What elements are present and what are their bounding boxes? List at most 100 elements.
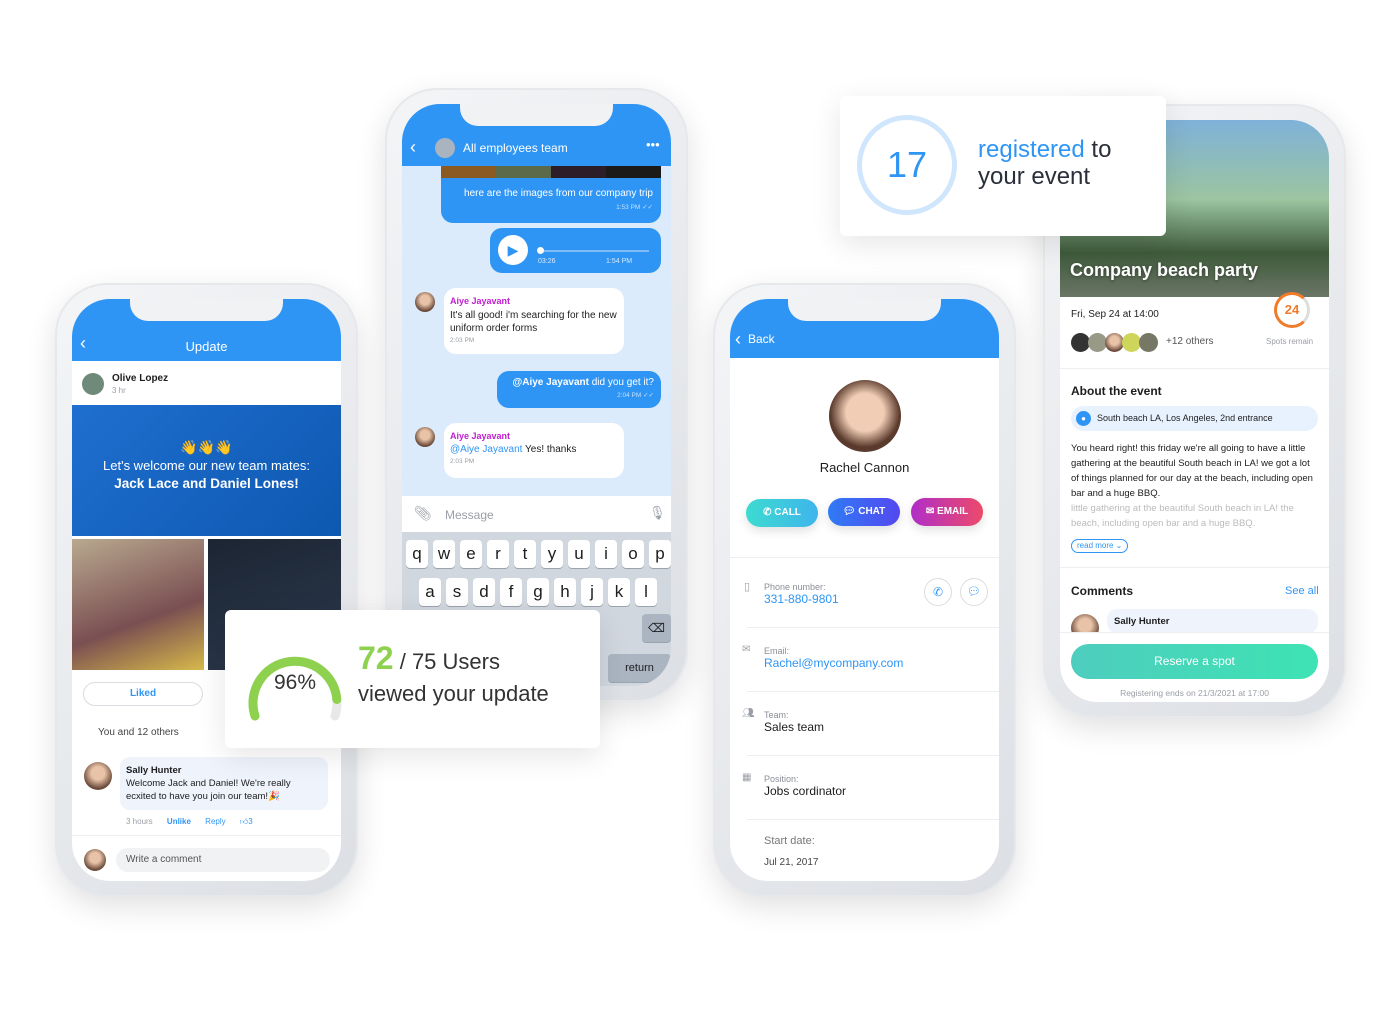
views-caption: viewed your update <box>358 681 549 706</box>
email-link[interactable]: Rachel@mycompany.com <box>764 656 903 670</box>
trip-images[interactable] <box>441 166 661 178</box>
key-h[interactable]: h <box>554 578 576 606</box>
phone-contact: ‹ Back Rachel Cannon ✆ CALL 💬︎ CHAT ✉ EM… <box>713 283 1016 897</box>
position-field: Position: Jobs cordinator <box>764 774 847 798</box>
team-field: Team: Sales team <box>764 710 825 734</box>
comment-preview: Sally Hunter <box>1107 609 1318 633</box>
unlike-link[interactable]: Unlike <box>167 817 191 826</box>
liked-button[interactable]: Liked <box>83 682 203 706</box>
update-screen: ‹ Update Olive Lopez 3 hr 👋👋👋 Let's welc… <box>72 299 341 881</box>
back-icon[interactable]: ‹ <box>410 137 416 158</box>
building-icon: ▦ <box>742 772 752 783</box>
voice-message: ▶ 03:26 1:54 PM <box>490 228 661 273</box>
phone-link[interactable]: 331-880-9801 <box>764 592 839 606</box>
phone-icon: ▯ <box>744 581 751 593</box>
welcome-banner: 👋👋👋 Let's welcome our new team mates: Ja… <box>72 405 341 536</box>
key-q[interactable]: q <box>406 540 428 568</box>
attendee-avatars[interactable] <box>1071 333 1161 353</box>
key-d[interactable]: d <box>473 578 495 606</box>
key-u[interactable]: u <box>568 540 590 568</box>
key-w[interactable]: w <box>433 540 455 568</box>
chat-screen: ‹ All employees team ••• here are the im… <box>402 104 671 686</box>
back-button[interactable]: Back <box>748 332 775 346</box>
photo-jack[interactable] <box>72 539 204 670</box>
registered-count: 17 <box>857 115 957 215</box>
location-chip[interactable]: ● South beach LA, Los Angeles, 2nd entran… <box>1071 406 1318 431</box>
wave-emoji: 👋👋👋 <box>180 439 233 455</box>
email-button[interactable]: ✉ EMAIL <box>911 498 983 526</box>
key-g[interactable]: g <box>527 578 549 606</box>
audio-scrubber[interactable] <box>537 247 544 254</box>
back-icon[interactable]: ‹ <box>735 329 741 350</box>
contact-name: Rachel Cannon <box>819 460 910 475</box>
play-icon[interactable]: ▶ <box>498 235 528 265</box>
attach-icon[interactable]: 📎︎ <box>414 505 432 522</box>
page-title: Update <box>185 339 228 354</box>
phone-update: ‹ Update Olive Lopez 3 hr 👋👋👋 Let's welc… <box>55 283 358 897</box>
comment-actions: 3 hours Unlike Reply 👍︎3 <box>126 817 253 826</box>
call-button[interactable]: ✆ CALL <box>746 499 818 527</box>
start-date-label: Start date: <box>764 835 815 847</box>
call-icon[interactable]: ✆ <box>924 578 952 606</box>
key-l[interactable]: l <box>635 578 657 606</box>
email-field: Email: Rachel@mycompany.com <box>764 646 904 670</box>
key-j[interactable]: j <box>581 578 603 606</box>
commenter-avatar <box>84 762 112 790</box>
chat-title: All employees team <box>463 141 568 155</box>
comment-bubble: Sally Hunter Welcome Jack and Daniel! We'… <box>120 757 328 810</box>
author-avatar <box>82 373 104 395</box>
event-date: Fri, Sep 24 at 14:00 <box>1071 309 1159 320</box>
reply-link[interactable]: Reply <box>205 817 225 826</box>
phone-field: Phone number: 331-880-9801 <box>764 582 839 606</box>
views-percent: 96% <box>273 671 317 694</box>
views-count: 72 / 75 Users <box>358 640 500 676</box>
registered-text: registered to your event <box>978 136 1112 190</box>
chat-icon[interactable]: 💬︎ <box>960 578 988 606</box>
read-more-button[interactable]: read more ⌄ <box>1071 539 1129 553</box>
comments-heading: Comments <box>1071 584 1134 598</box>
key-t[interactable]: t <box>514 540 536 568</box>
event-description: You heard right! this friday we're all g… <box>1071 443 1313 499</box>
backspace-key[interactable]: ⌫ <box>642 614 671 642</box>
key-r[interactable]: r <box>487 540 509 568</box>
mic-icon[interactable]: 🎙︎ <box>649 505 666 521</box>
about-heading: About the event <box>1071 384 1162 398</box>
registration-deadline: Registering ends on 21/3/2021 at 17:00 <box>1120 688 1269 698</box>
event-title: Company beach party <box>1070 260 1259 280</box>
message-out: @Aiye Jayavant did you get it? 2:04 PM ✓… <box>497 371 661 408</box>
comment-input[interactable]: Write a comment <box>116 848 330 872</box>
more-icon[interactable]: ••• <box>646 137 660 152</box>
key-a[interactable]: a <box>419 578 441 606</box>
chat-button[interactable]: 💬︎ CHAT <box>828 498 900 526</box>
message-in: Aiye Jayavant @Aiye Jayavant Yes! thanks… <box>444 423 624 478</box>
message-composer: 📎︎ Message 🎙︎ <box>402 496 671 532</box>
registered-card: 17 registered to your event <box>840 96 1166 236</box>
message-input[interactable]: Message <box>445 508 494 522</box>
spots-label: Spots remain <box>1266 337 1314 346</box>
team-icon: 👥︎ <box>742 708 755 719</box>
key-e[interactable]: e <box>460 540 482 568</box>
group-avatar <box>435 138 455 158</box>
see-all-link[interactable]: See all <box>1285 585 1319 597</box>
likes-summary: You and 12 others <box>98 727 179 738</box>
key-y[interactable]: y <box>541 540 563 568</box>
reserve-spot-button[interactable]: Reserve a spot <box>1071 644 1318 679</box>
key-p[interactable]: p <box>649 540 671 568</box>
start-date-value: Jul 21, 2017 <box>764 857 819 868</box>
key-s[interactable]: s <box>446 578 468 606</box>
key-i[interactable]: i <box>595 540 617 568</box>
post-time: 3 hr <box>112 386 126 395</box>
views-card: 96% 72 / 75 Users viewed your update <box>225 610 600 748</box>
contact-screen: ‹ Back Rachel Cannon ✆ CALL 💬︎ CHAT ✉ EM… <box>730 299 999 881</box>
aiye-avatar <box>415 292 435 312</box>
banner-names: Jack Lace and Daniel Lones! <box>114 476 299 491</box>
key-k[interactable]: k <box>608 578 630 606</box>
return-key[interactable]: return <box>608 654 671 682</box>
author-name: Olive Lopez <box>112 373 169 384</box>
my-avatar <box>84 849 106 871</box>
key-f[interactable]: f <box>500 578 522 606</box>
key-o[interactable]: o <box>622 540 644 568</box>
spots-remaining-ring: 24 <box>1274 292 1310 328</box>
banner-text: Let's welcome our new team mates: <box>103 458 310 473</box>
message-in: Aiye Jayavant It's all good! i'm searchi… <box>444 288 624 354</box>
